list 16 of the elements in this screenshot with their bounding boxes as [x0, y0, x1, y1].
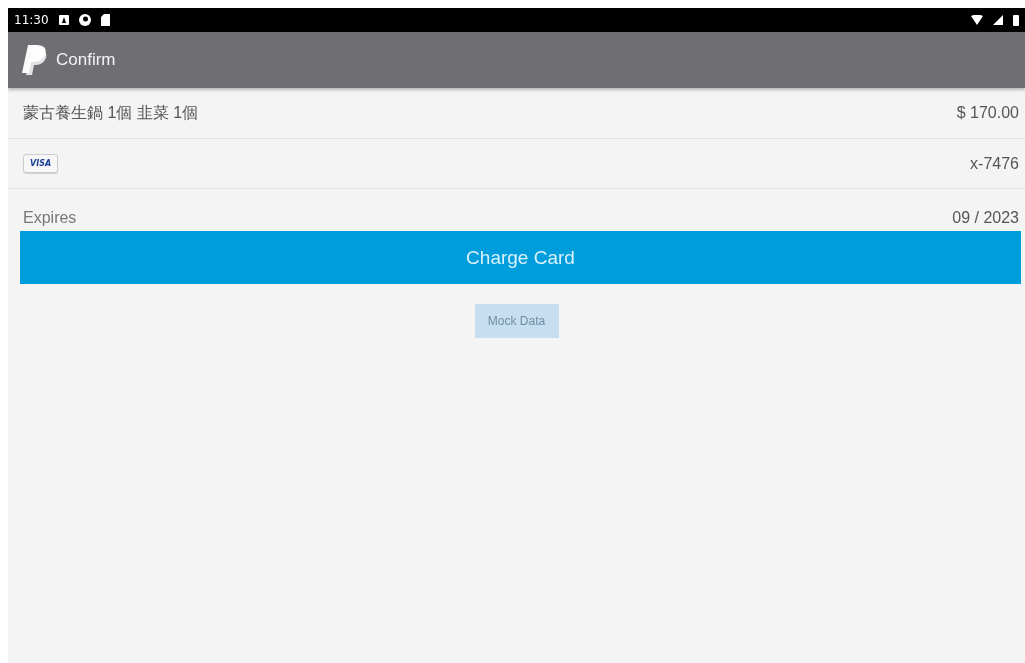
card-number: x-7476: [970, 154, 1019, 173]
battery-icon: [1013, 14, 1019, 26]
wifi-icon: [971, 15, 983, 25]
signal-icon: [993, 15, 1003, 25]
charge-card-button[interactable]: Charge Card: [20, 231, 1021, 284]
logo-icon: [22, 45, 48, 75]
app-title: Confirm: [56, 50, 116, 70]
notification-icon: [58, 15, 69, 25]
order-amount: $ 170.00: [956, 104, 1019, 122]
card-brand-logo: VISA: [23, 154, 59, 173]
app-icon: [78, 14, 91, 26]
status-time: 11:30: [14, 13, 49, 27]
order-description: 蒙古養生鍋 1個 韭菜 1個: [23, 102, 199, 123]
expires-label: Expires: [23, 209, 77, 227]
sd-card-icon: [100, 14, 110, 26]
expiry-date: 09 / 2023: [952, 209, 1019, 227]
